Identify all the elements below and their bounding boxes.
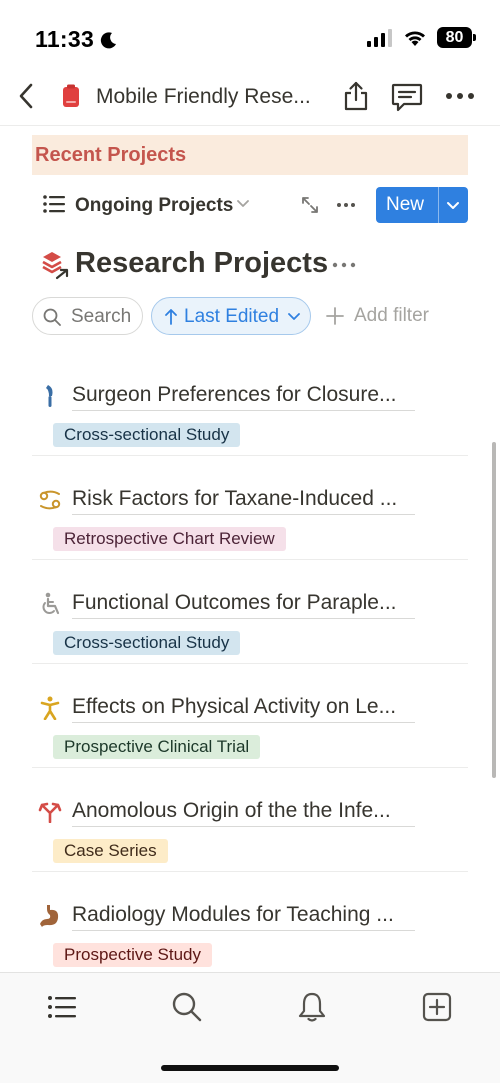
nav-bar: Mobile Friendly Rese... xyxy=(0,70,500,126)
project-list: Surgeon Preferences for Closure... Cross… xyxy=(32,352,468,976)
sort-button[interactable]: Last Edited xyxy=(151,297,311,335)
back-chevron-icon[interactable] xyxy=(12,81,42,111)
project-title[interactable]: Surgeon Preferences for Closure... xyxy=(72,383,415,411)
signal-icon xyxy=(367,28,392,47)
project-title[interactable]: Anomolous Origin of the the Infe... xyxy=(72,799,415,827)
search-icon xyxy=(43,308,61,326)
battery-indicator: 80 xyxy=(437,27,476,48)
chevron-down-icon[interactable] xyxy=(446,201,460,210)
add-filter-button[interactable]: Add filter xyxy=(326,305,466,329)
new-button-label: New xyxy=(386,194,425,215)
study-type-tag: Case Series xyxy=(53,839,168,863)
list-item[interactable]: Effects on Physical Activity on Le... Pr… xyxy=(32,664,468,768)
wifi-icon xyxy=(405,31,425,46)
new-button-divider xyxy=(438,187,439,223)
scrollbar[interactable] xyxy=(492,442,496,778)
database-more-icon[interactable] xyxy=(332,262,356,268)
arrow-up-icon xyxy=(165,309,177,325)
page-emoji-icon xyxy=(63,84,79,107)
study-type-tag: Prospective Clinical Trial xyxy=(53,735,261,759)
project-title[interactable]: Radiology Modules for Teaching ... xyxy=(72,903,415,931)
chevron-down-icon[interactable] xyxy=(237,200,249,208)
list-item[interactable]: Risk Factors for Taxane-Induced ... Retr… xyxy=(32,456,468,560)
search-icon[interactable] xyxy=(171,991,203,1023)
study-type-tag: Prospective Study xyxy=(53,943,213,967)
stacked-layers-icon xyxy=(42,252,69,280)
view-more-icon[interactable] xyxy=(336,202,356,208)
plus-icon xyxy=(326,307,344,325)
search-label: Search xyxy=(71,306,132,327)
battery-level: 80 xyxy=(445,28,464,46)
list-view-icon[interactable] xyxy=(43,195,65,213)
scalpel-icon xyxy=(38,383,62,409)
cancer-sign-icon xyxy=(38,487,62,513)
sort-label: Last Edited xyxy=(184,306,280,327)
time-label: 11:33 xyxy=(35,26,95,52)
artery-icon xyxy=(38,799,62,825)
recent-projects-callout: Recent Projects xyxy=(32,135,468,175)
status-time: 11:33 xyxy=(35,26,118,53)
list-item[interactable]: Functional Outcomes for Paraple... Cross… xyxy=(32,560,468,664)
bell-icon[interactable] xyxy=(296,991,328,1023)
status-bar: 11:33 80 xyxy=(0,0,500,70)
chevron-down-icon xyxy=(288,313,300,320)
page-title[interactable]: Mobile Friendly Rese... xyxy=(96,85,311,109)
study-type-tag: Cross-sectional Study xyxy=(53,631,241,655)
add-page-icon[interactable] xyxy=(421,991,453,1023)
status-indicators: 80 xyxy=(367,27,476,48)
list-item[interactable]: Surgeon Preferences for Closure... Cross… xyxy=(32,352,468,456)
study-type-tag: Cross-sectional Study xyxy=(53,423,241,447)
search-button[interactable]: Search xyxy=(32,297,143,335)
project-title[interactable]: Risk Factors for Taxane-Induced ... xyxy=(72,487,415,515)
study-type-tag: Retrospective Chart Review xyxy=(53,527,286,551)
wheelchair-icon xyxy=(38,591,62,617)
comment-icon[interactable] xyxy=(390,82,424,112)
moon-icon xyxy=(100,31,117,48)
list-item[interactable]: Radiology Modules for Teaching ... Prosp… xyxy=(32,872,468,976)
database-title[interactable]: Research Projects xyxy=(75,247,328,280)
more-options-icon[interactable] xyxy=(444,86,476,106)
view-selector[interactable]: Ongoing Projects xyxy=(75,195,233,217)
figure-icon xyxy=(38,695,62,721)
project-title[interactable]: Functional Outcomes for Paraple... xyxy=(72,591,415,619)
home-indicator[interactable] xyxy=(161,1065,339,1071)
recent-projects-heading: Recent Projects xyxy=(35,144,187,166)
new-button[interactable]: New xyxy=(376,187,468,223)
list-item[interactable]: Anomolous Origin of the the Infe... Case… xyxy=(32,768,468,872)
list-icon[interactable] xyxy=(46,991,78,1023)
project-title[interactable]: Effects on Physical Activity on Le... xyxy=(72,695,415,723)
share-icon[interactable] xyxy=(340,80,372,112)
add-filter-label: Add filter xyxy=(354,305,429,326)
expand-icon[interactable] xyxy=(300,195,320,215)
stomach-icon xyxy=(38,903,62,929)
filter-row: Search Last Edited Add filter xyxy=(32,297,468,335)
view-toolbar: Ongoing Projects New xyxy=(32,185,468,225)
database-header: Research Projects xyxy=(32,245,468,285)
